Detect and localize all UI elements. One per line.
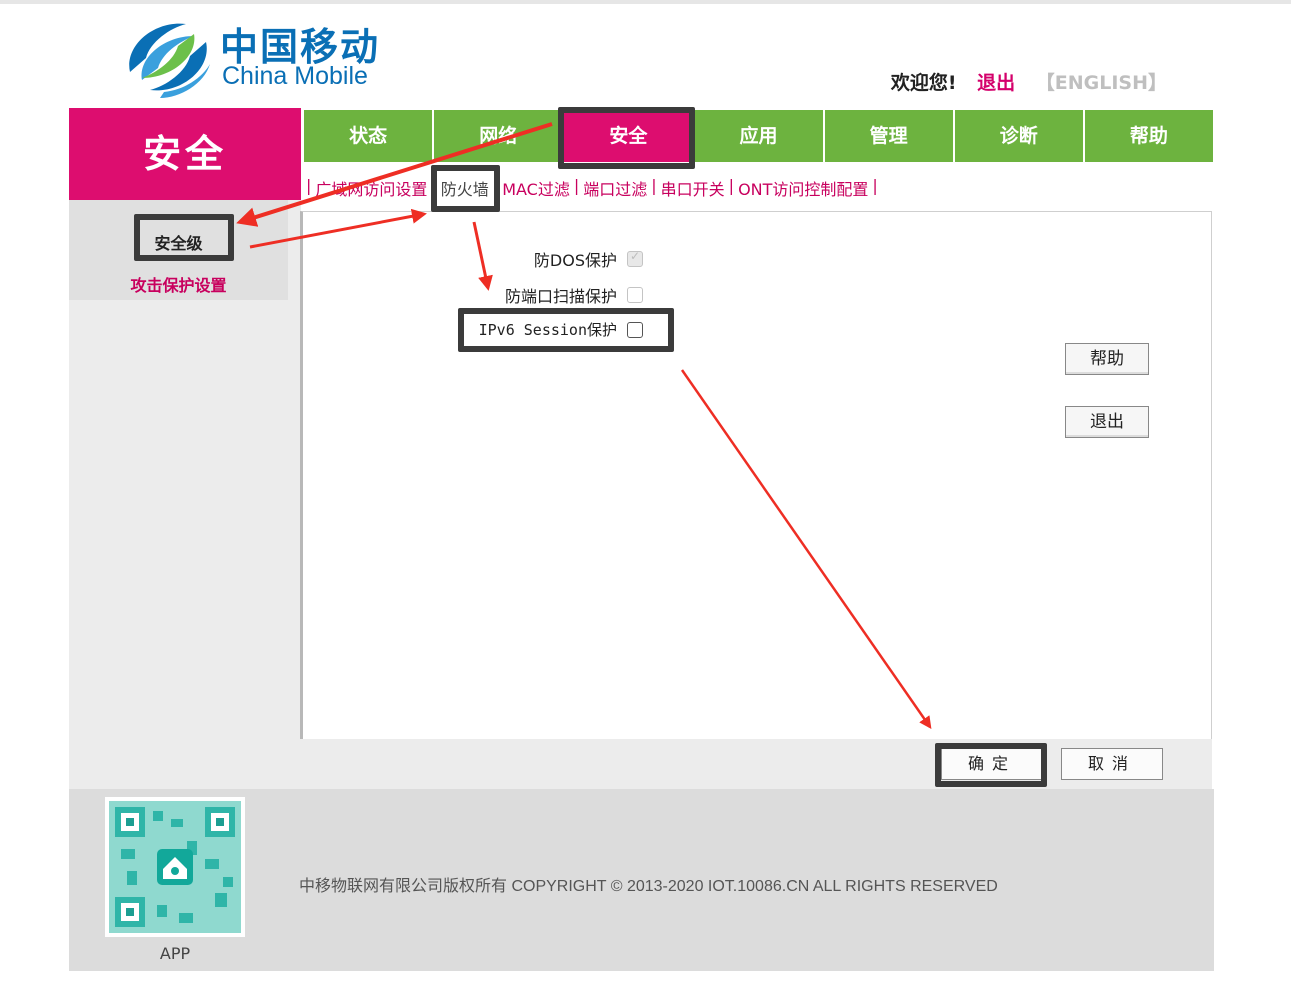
arrow-to-security-level <box>236 122 553 227</box>
arrow-to-firewall <box>249 208 427 249</box>
annotation-arrows <box>236 122 932 730</box>
arrow-to-confirm <box>680 369 932 730</box>
arrow-to-options <box>472 221 493 291</box>
